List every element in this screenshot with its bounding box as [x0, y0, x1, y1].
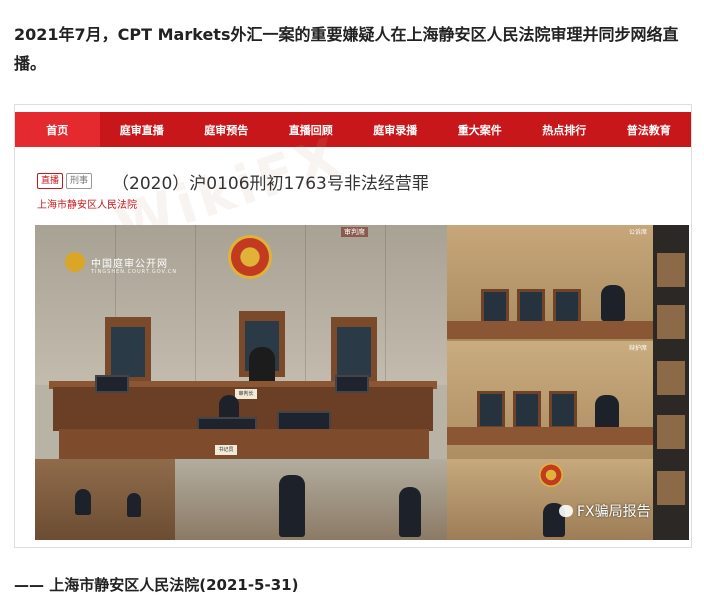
- nav-item-home[interactable]: 首页: [15, 112, 100, 147]
- court-live-screenshot: 首页 庭审直播 庭审预告 直播回顾 庭审录播 重大案件 热点排行 普法教育 Wi…: [14, 104, 692, 548]
- defendant-person: [279, 475, 305, 537]
- feed-tag: 公诉席: [628, 229, 647, 236]
- nav-item-legal-education[interactable]: 普法教育: [607, 112, 692, 147]
- broadcast-logo-text: 中国庭审公开网: [91, 259, 168, 270]
- national-emblem-icon: [539, 463, 563, 487]
- bench-monitor: [95, 375, 129, 393]
- court-name-link[interactable]: 上海市静安区人民法院: [37, 196, 137, 211]
- source-label-text: FX骗局报告: [577, 504, 651, 520]
- thumbnail-strip: [653, 225, 689, 540]
- case-title: （2020）沪0106刑初1763号非法经营罪: [112, 173, 429, 194]
- thumbnail[interactable]: [657, 415, 685, 449]
- gallery-person: [127, 493, 141, 517]
- nav-item-live[interactable]: 庭审直播: [100, 112, 185, 147]
- defendant-feed: [175, 459, 447, 540]
- wechat-icon: [559, 505, 573, 517]
- prosecution-desk: [447, 321, 653, 339]
- caption-source: —— 上海市静安区人民法院(2021-5-31): [14, 576, 299, 594]
- nav-item-hot-ranking[interactable]: 热点排行: [522, 112, 607, 147]
- main-courtroom-feed: 中国庭审公开网 TINGSHEN.COURT.GOV.CN 审判席 审判长 书记…: [35, 225, 447, 459]
- thumbnail[interactable]: [657, 305, 685, 339]
- defense-feed: 辩护席: [447, 341, 653, 459]
- bailiff-person: [399, 487, 421, 537]
- judge-chair: [105, 317, 151, 383]
- judge-placard: 审判长: [235, 389, 257, 399]
- thumbnail[interactable]: [657, 471, 685, 505]
- gallery-feed: [35, 459, 175, 540]
- nav-bar: 首页 庭审直播 庭审预告 直播回顾 庭审录播 重大案件 热点排行 普法教育: [15, 112, 691, 147]
- thumbnail[interactable]: [657, 253, 685, 287]
- national-emblem-icon: [228, 235, 272, 279]
- clerk-placard: 书记员: [215, 445, 237, 455]
- nav-item-replay[interactable]: 直播回顾: [269, 112, 354, 147]
- defense-desk: [447, 427, 653, 445]
- clerk-desk: [59, 429, 429, 459]
- case-header: 直播 刑事 （2020）沪0106刑初1763号非法经营罪: [37, 169, 429, 194]
- wechat-source-label: FX骗局报告: [559, 501, 651, 521]
- feed-caption: 审判席: [341, 227, 368, 237]
- judge-chair: [331, 317, 377, 383]
- bench-monitor: [335, 375, 369, 393]
- defender-person: [595, 395, 619, 429]
- broadcast-logo-sub: TINGSHEN.COURT.GOV.CN: [91, 269, 178, 275]
- gallery-person: [75, 489, 91, 515]
- prosecution-feed: 公诉席: [447, 225, 653, 341]
- court-emblem-icon: [65, 252, 85, 272]
- thumbnail[interactable]: [657, 361, 685, 395]
- live-badge: 直播: [37, 173, 64, 189]
- video-player[interactable]: 中国庭审公开网 TINGSHEN.COURT.GOV.CN 审判席 审判长 书记…: [35, 225, 689, 540]
- article-headline: 2021年7月，CPT Markets外汇一案的重要嫌疑人在上海静安区人民法院审…: [14, 25, 679, 73]
- nav-item-preview[interactable]: 庭审预告: [184, 112, 269, 147]
- chair: [477, 391, 505, 429]
- remote-feed: [447, 459, 653, 540]
- feed-tag: 辩护席: [628, 345, 647, 352]
- wall-divider: [385, 225, 386, 385]
- presiding-judge: [249, 347, 275, 385]
- chair: [549, 391, 577, 429]
- nav-item-recorded[interactable]: 庭审录播: [353, 112, 438, 147]
- chair: [513, 391, 541, 429]
- prosecutor-person: [601, 285, 625, 321]
- wall-divider: [305, 225, 306, 385]
- nav-item-major-cases[interactable]: 重大案件: [438, 112, 523, 147]
- case-type-badge: 刑事: [66, 173, 93, 189]
- wall-divider: [195, 225, 196, 385]
